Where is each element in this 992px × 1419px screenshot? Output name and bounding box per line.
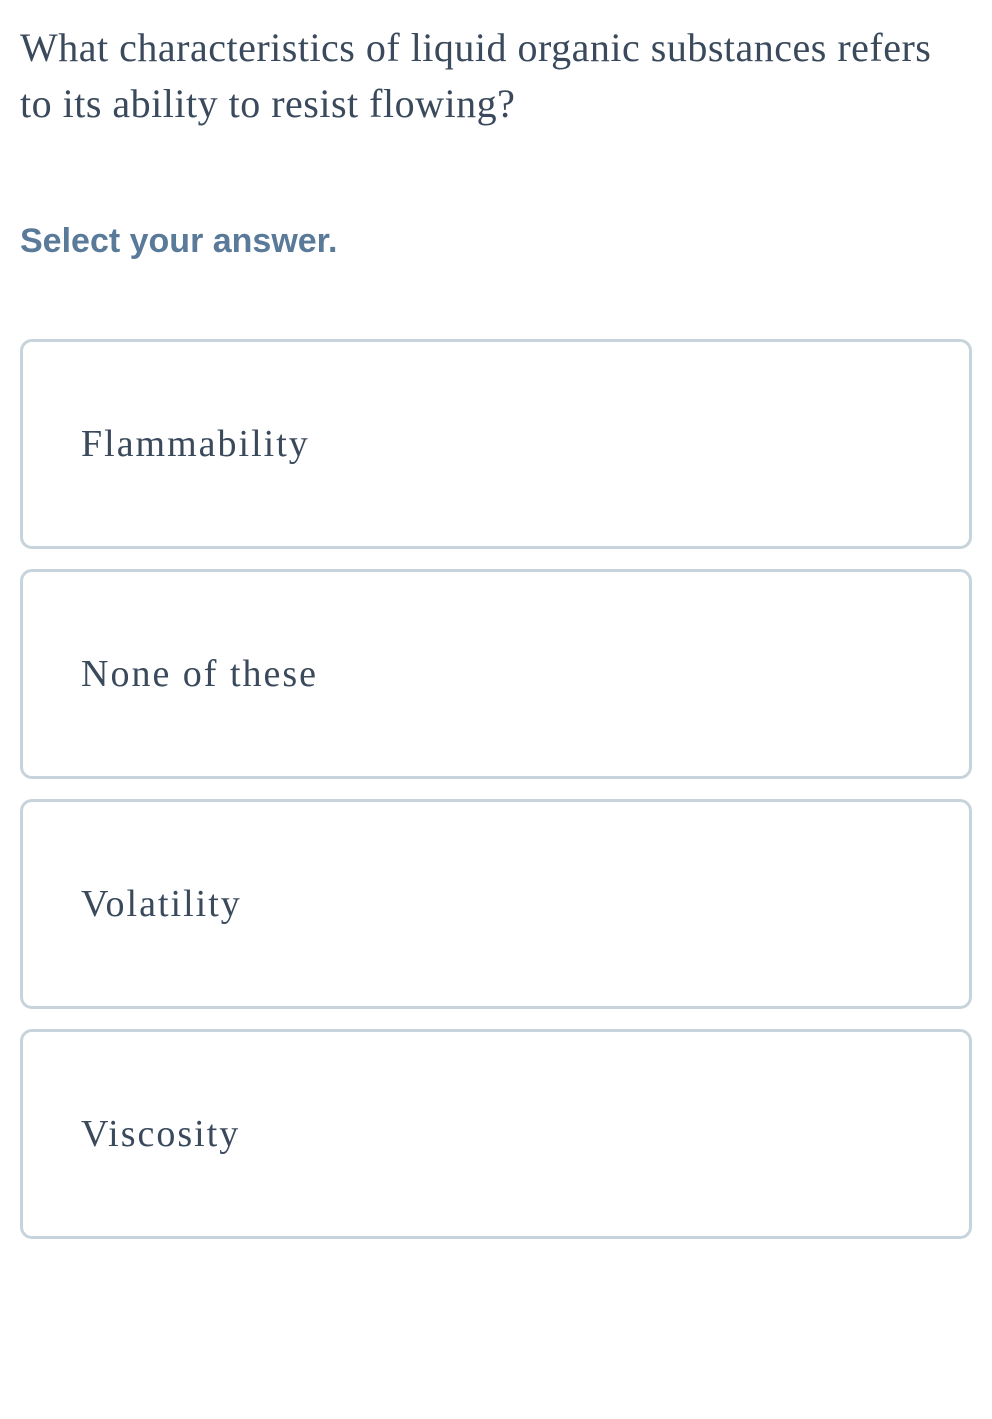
- option-label: Viscosity: [81, 1113, 240, 1155]
- instruction-text: Select your answer.: [20, 222, 972, 261]
- option-none-of-these[interactable]: None of these: [20, 569, 972, 779]
- option-volatility[interactable]: Volatility: [20, 799, 972, 1009]
- option-label: None of these: [81, 653, 318, 695]
- question-text: What characteristics of liquid organic s…: [20, 20, 972, 132]
- option-label: Volatility: [81, 883, 242, 925]
- option-viscosity[interactable]: Viscosity: [20, 1029, 972, 1239]
- option-flammability[interactable]: Flammability: [20, 339, 972, 549]
- option-label: Flammability: [81, 423, 310, 465]
